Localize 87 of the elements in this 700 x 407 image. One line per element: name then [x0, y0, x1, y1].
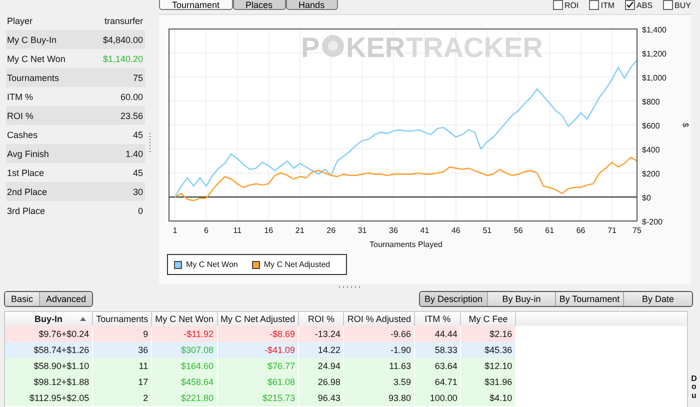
stat-value: transurfer	[104, 16, 143, 26]
table-cell: $221.80	[152, 390, 217, 406]
group-by-button[interactable]: By Buy-in	[488, 292, 556, 306]
checkbox[interactable]	[588, 0, 599, 10]
table-cell: $4.10	[460, 390, 516, 406]
column-header[interactable]: My C Fee	[460, 312, 516, 326]
table-cell: 2	[92, 390, 152, 406]
checkbox-label: ROI	[564, 0, 579, 10]
checkbox-label: BUY	[674, 0, 691, 10]
chart-tab[interactable]: Places	[232, 0, 286, 10]
x-tick-label: 21	[295, 226, 304, 235]
column-header[interactable]: My C Net Adjusted	[217, 312, 299, 326]
group-by-button[interactable]: By Date	[624, 292, 692, 306]
y-axis-title: $	[681, 122, 690, 128]
stat-value: 1.40	[125, 148, 143, 158]
checkbox[interactable]	[552, 0, 563, 10]
group-by-button[interactable]: By Tournament	[556, 292, 624, 306]
x-tick-label: 1	[172, 226, 178, 235]
table-cell: 96.43	[298, 390, 344, 406]
table-cell: $112.95+$2.05	[5, 390, 93, 406]
checkbox[interactable]	[624, 0, 635, 10]
column-header[interactable]: ROI %	[298, 312, 344, 326]
stat-label: Player	[7, 16, 33, 26]
table-cell: $215.73	[217, 390, 299, 406]
checkbox-label: ABS	[636, 0, 653, 10]
legend-label: My C Net Adjusted	[264, 260, 330, 269]
stat-value: 0	[138, 206, 143, 216]
table-cell: 93.80	[344, 390, 414, 406]
sort-ascending-icon	[80, 317, 86, 321]
y-tick-label: $400	[642, 146, 660, 154]
legend-label: My C Net Won	[186, 260, 238, 269]
x-tick-label: 6	[204, 226, 208, 235]
stat-label: 3rd Place	[7, 206, 46, 216]
view-tab[interactable]: Advanced	[40, 292, 92, 306]
chart-tab[interactable]: Tournament	[159, 0, 233, 10]
y-tick-label: $200	[642, 170, 660, 178]
x-tick-label: 16	[264, 226, 274, 235]
x-tick-label: 11	[233, 226, 242, 235]
y-tick-label: $1,400	[642, 26, 666, 34]
stat-label: ROI %	[7, 110, 34, 120]
stat-value: 45	[132, 130, 143, 140]
x-tick-label: 66	[576, 226, 586, 235]
x-tick-label: 56	[514, 226, 523, 235]
y-tick-label: $0	[642, 194, 651, 202]
column-header[interactable]: My C Net Won	[152, 312, 217, 326]
stat-label: 2nd Place	[7, 186, 48, 196]
stat-value: 60.00	[120, 92, 143, 102]
x-tick-label: 71	[608, 226, 616, 235]
x-axis-title: Tournaments Played	[370, 240, 442, 249]
chart-tab[interactable]: Hands	[286, 0, 338, 10]
x-tick-label: 36	[389, 226, 398, 235]
group-by-button[interactable]: By Description	[420, 292, 488, 306]
stat-label: My C Buy-In	[7, 34, 57, 44]
stat-label: ITM %	[7, 92, 33, 102]
checkbox[interactable]	[662, 0, 673, 10]
y-tick-label: $1,000	[642, 74, 666, 82]
splitter-handle[interactable]	[149, 131, 151, 153]
column-header[interactable]: ROI % Adjusted	[344, 312, 414, 326]
x-tick-label: 61	[545, 226, 554, 235]
stat-label: Avg Finish	[7, 148, 49, 158]
x-tick-label: 41	[420, 226, 430, 235]
table-cell: 100.00	[414, 390, 461, 406]
y-tick-label: $-200	[642, 218, 662, 226]
stat-value: 30	[132, 186, 143, 196]
x-tick-label: 51	[482, 226, 492, 235]
view-tab[interactable]: Basic	[5, 292, 40, 306]
y-tick-label: $600	[642, 122, 660, 130]
x-tick-label: 46	[452, 226, 460, 235]
side-panel-label: Dou	[690, 374, 698, 401]
stat-value: 23.56	[120, 110, 143, 120]
y-tick-label: $1,200	[642, 50, 666, 58]
stat-label: 1st Place	[7, 168, 44, 178]
stat-value: 45	[132, 168, 143, 178]
column-header[interactable]: Tournaments	[92, 312, 152, 326]
column-header[interactable]: ITM %	[414, 312, 461, 326]
stat-value: 75	[132, 72, 143, 82]
stat-value: $1,140.20	[102, 54, 143, 64]
stat-label: Cashes	[7, 130, 38, 140]
stat-label: Tournaments	[7, 72, 60, 82]
stat-value: $4,840.00	[102, 34, 143, 44]
stat-label: My C Net Won	[7, 54, 66, 64]
x-tick-label: 26	[326, 226, 336, 235]
x-tick-label: 75	[632, 226, 642, 235]
y-tick-label: $800	[642, 98, 660, 106]
x-tick-label: 31	[358, 226, 367, 235]
column-header[interactable]: Buy-In	[5, 312, 93, 326]
checkbox-label: ITM	[600, 0, 615, 10]
